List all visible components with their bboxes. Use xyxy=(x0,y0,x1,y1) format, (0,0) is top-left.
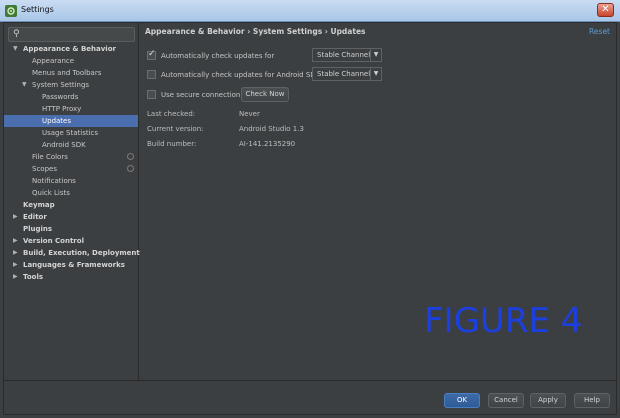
last-checked-value: Never xyxy=(239,110,260,118)
chevron-down-icon: ▼ xyxy=(370,49,381,61)
tree-item-usage-statistics[interactable]: Usage Statistics xyxy=(4,127,138,139)
figure-watermark: FIGURE 4 xyxy=(424,301,583,341)
tree-item-label: Quick Lists xyxy=(32,189,70,197)
tree-item-label: Scopes xyxy=(32,165,57,173)
tree-item-system-settings[interactable]: ▼ System Settings xyxy=(4,79,138,91)
breadcrumb: Appearance & Behavior › System Settings … xyxy=(145,27,366,36)
tree-item-label: Languages & Frameworks xyxy=(23,261,125,269)
tree-item-label: Tools xyxy=(23,273,44,281)
settings-tree: ▼ Appearance & Behavior Appearance Menus… xyxy=(4,43,140,283)
settings-app-icon xyxy=(5,5,17,17)
current-version-value: Android Studio 1.3 xyxy=(239,125,304,133)
tree-item-label: HTTP Proxy xyxy=(42,105,82,113)
tree-item-updates[interactable]: Updates xyxy=(4,115,138,127)
tree-item-label: Appearance & Behavior xyxy=(23,45,116,53)
tree-item-keymap[interactable]: Keymap xyxy=(4,199,138,211)
chevron-down-icon: ▼ xyxy=(370,68,381,80)
tree-item-languages-frameworks[interactable]: ▶ Languages & Frameworks xyxy=(4,259,138,271)
tree-item-version-control[interactable]: ▶ Version Control xyxy=(4,235,138,247)
updates-panel: Appearance & Behavior › System Settings … xyxy=(139,23,616,380)
project-scope-icon xyxy=(127,165,134,172)
tree-item-appearance[interactable]: Appearance xyxy=(4,55,138,67)
tree-item-label: Appearance xyxy=(32,57,75,65)
window-close-button[interactable]: ✕ xyxy=(597,3,614,17)
ok-button[interactable]: OK xyxy=(444,393,480,408)
auto-check-sdk-updates-checkbox[interactable] xyxy=(147,70,156,79)
tree-item-label: System Settings xyxy=(32,81,90,89)
expand-arrow-icon[interactable]: ▼ xyxy=(13,43,18,55)
secure-connection-checkbox[interactable] xyxy=(147,90,156,99)
search-icon: ⚲ xyxy=(13,29,20,39)
tree-item-file-colors[interactable]: File Colors xyxy=(4,151,138,163)
secure-connection-label: Use secure connection xyxy=(161,91,241,99)
tree-item-editor[interactable]: ▶ Editor xyxy=(4,211,138,223)
tree-item-appearance-behavior[interactable]: ▼ Appearance & Behavior xyxy=(4,43,138,55)
sdk-update-channel-value: Stable Channel xyxy=(317,70,371,78)
tree-item-label: Plugins xyxy=(23,225,53,233)
tree-item-menus-toolbars[interactable]: Menus and Toolbars xyxy=(4,67,138,79)
update-channel-value: Stable Channel xyxy=(317,51,371,59)
settings-search-input[interactable]: ⚲ xyxy=(8,27,135,42)
tree-item-plugins[interactable]: Plugins xyxy=(4,223,138,235)
build-number-label: Build number: xyxy=(147,140,197,148)
tree-item-label: Keymap xyxy=(23,201,55,209)
auto-check-updates-label: Automatically check updates for xyxy=(161,52,275,60)
current-version-label: Current version: xyxy=(147,125,204,133)
tree-item-label: Usage Statistics xyxy=(42,129,99,137)
auto-check-sdk-updates-label: Automatically check updates for Android … xyxy=(161,71,321,79)
tree-item-label: Notifications xyxy=(32,177,76,185)
window-titlebar: Settings ✕ xyxy=(0,0,620,22)
help-button[interactable]: Help xyxy=(574,393,610,408)
auto-check-updates-checkbox[interactable] xyxy=(147,49,156,60)
sdk-update-channel-select[interactable]: Stable Channel ▼ xyxy=(312,67,382,81)
tree-item-scopes[interactable]: Scopes xyxy=(4,163,138,175)
tree-item-notifications[interactable]: Notifications xyxy=(4,175,138,187)
project-scope-icon xyxy=(127,153,134,160)
dialog-button-bar: OK Cancel Apply Help xyxy=(4,380,616,414)
expand-arrow-icon[interactable]: ▼ xyxy=(22,79,27,91)
tree-item-build-execution-deployment[interactable]: ▶ Build, Execution, Deployment xyxy=(4,247,140,259)
settings-dialog: ⚲ ▼ Appearance & Behavior Appearance Men… xyxy=(3,22,617,415)
check-now-button[interactable]: Check Now xyxy=(241,87,289,102)
tree-item-http-proxy[interactable]: HTTP Proxy xyxy=(4,103,138,115)
tree-item-label: Android SDK xyxy=(42,141,86,149)
tree-item-label: File Colors xyxy=(32,153,68,161)
tree-item-android-sdk[interactable]: Android SDK xyxy=(4,139,138,151)
expand-arrow-icon[interactable]: ▶ xyxy=(13,259,18,271)
tree-item-label: Menus and Toolbars xyxy=(32,69,102,77)
reset-link[interactable]: Reset xyxy=(589,27,610,36)
tree-item-quick-lists[interactable]: Quick Lists xyxy=(4,187,138,199)
tree-item-tools[interactable]: ▶ Tools xyxy=(4,271,138,283)
expand-arrow-icon[interactable]: ▶ xyxy=(13,271,18,283)
expand-arrow-icon[interactable]: ▶ xyxy=(13,211,18,223)
tree-item-label: Updates xyxy=(42,117,71,125)
build-number-value: AI-141.2135290 xyxy=(239,140,296,148)
tree-item-label: Build, Execution, Deployment xyxy=(23,249,140,257)
tree-item-label: Editor xyxy=(23,213,47,221)
last-checked-label: Last checked: xyxy=(147,110,196,118)
window-title: Settings xyxy=(21,5,54,14)
cancel-button[interactable]: Cancel xyxy=(488,393,524,408)
tree-item-label: Version Control xyxy=(23,237,84,245)
apply-button[interactable]: Apply xyxy=(530,393,566,408)
settings-sidebar: ⚲ ▼ Appearance & Behavior Appearance Men… xyxy=(4,23,140,380)
tree-item-passwords[interactable]: Passwords xyxy=(4,91,138,103)
update-channel-select[interactable]: Stable Channel ▼ xyxy=(312,48,382,62)
tree-item-label: Passwords xyxy=(42,93,79,101)
close-icon: ✕ xyxy=(601,4,610,15)
expand-arrow-icon[interactable]: ▶ xyxy=(13,235,18,247)
expand-arrow-icon[interactable]: ▶ xyxy=(13,247,18,259)
